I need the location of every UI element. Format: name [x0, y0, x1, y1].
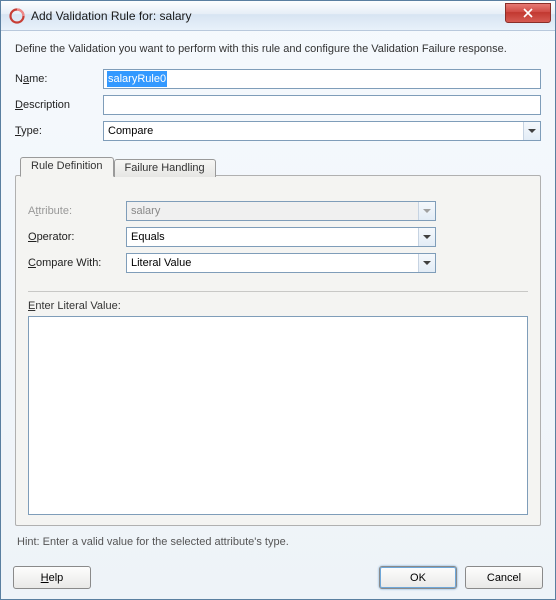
cancel-button[interactable]: Cancel: [465, 566, 543, 589]
type-label: Type:: [15, 125, 103, 137]
description-row: Description: [15, 95, 541, 115]
name-label: Name:: [15, 73, 103, 85]
type-combo-value: Compare: [104, 125, 523, 137]
chevron-down-icon: [418, 254, 435, 272]
type-row: Type: Compare: [15, 121, 541, 141]
tab-rule-definition[interactable]: Rule Definition: [20, 157, 114, 177]
button-bar: Help OK Cancel: [1, 560, 555, 599]
window-title: Add Validation Rule for: salary: [31, 9, 505, 23]
chevron-down-icon: [418, 228, 435, 246]
operator-row: Operator: Equals: [28, 227, 528, 247]
name-row: Name: salaryRule0: [15, 69, 541, 89]
tab-panel: Rule Definition Failure Handling Attribu…: [15, 175, 541, 526]
tab-failure-handling[interactable]: Failure Handling: [114, 159, 216, 177]
description-label: Description: [15, 99, 103, 111]
intro-text: Define the Validation you want to perfor…: [15, 43, 541, 55]
titlebar: Add Validation Rule for: salary: [1, 1, 555, 31]
attribute-combo-value: salary: [127, 205, 418, 217]
operator-combo-value: Equals: [127, 231, 418, 243]
name-input-selection: salaryRule0: [107, 71, 167, 87]
operator-combo[interactable]: Equals: [126, 227, 436, 247]
help-button[interactable]: Help: [13, 566, 91, 589]
attribute-label: Attribute:: [28, 205, 126, 217]
close-icon: [523, 8, 533, 18]
attribute-row: Attribute: salary: [28, 201, 528, 221]
type-combo[interactable]: Compare: [103, 121, 541, 141]
dialog-window: Add Validation Rule for: salary Define t…: [0, 0, 556, 600]
tabs-container: Rule Definition Failure Handling Attribu…: [15, 165, 541, 526]
app-icon: [9, 8, 25, 24]
compare-with-label: Compare With:: [28, 257, 126, 269]
operator-label: Operator:: [28, 231, 126, 243]
close-button[interactable]: [505, 3, 551, 23]
name-input[interactable]: salaryRule0: [103, 69, 541, 89]
literal-value-label: Enter Literal Value:: [28, 300, 528, 312]
dialog-content: Define the Validation you want to perfor…: [1, 31, 555, 560]
compare-with-combo[interactable]: Literal Value: [126, 253, 436, 273]
literal-value-textarea[interactable]: [28, 316, 528, 515]
ok-button[interactable]: OK: [379, 566, 457, 589]
chevron-down-icon: [418, 202, 435, 220]
chevron-down-icon: [523, 122, 540, 140]
separator: [28, 291, 528, 292]
compare-with-row: Compare With: Literal Value: [28, 253, 528, 273]
attribute-combo: salary: [126, 201, 436, 221]
compare-with-combo-value: Literal Value: [127, 257, 418, 269]
tab-strip: Rule Definition Failure Handling: [20, 157, 544, 177]
description-input[interactable]: [103, 95, 541, 115]
tab-body-rule-definition: Attribute: salary Operator: Equals: [16, 195, 540, 525]
hint-text: Hint: Enter a valid value for the select…: [17, 536, 539, 548]
